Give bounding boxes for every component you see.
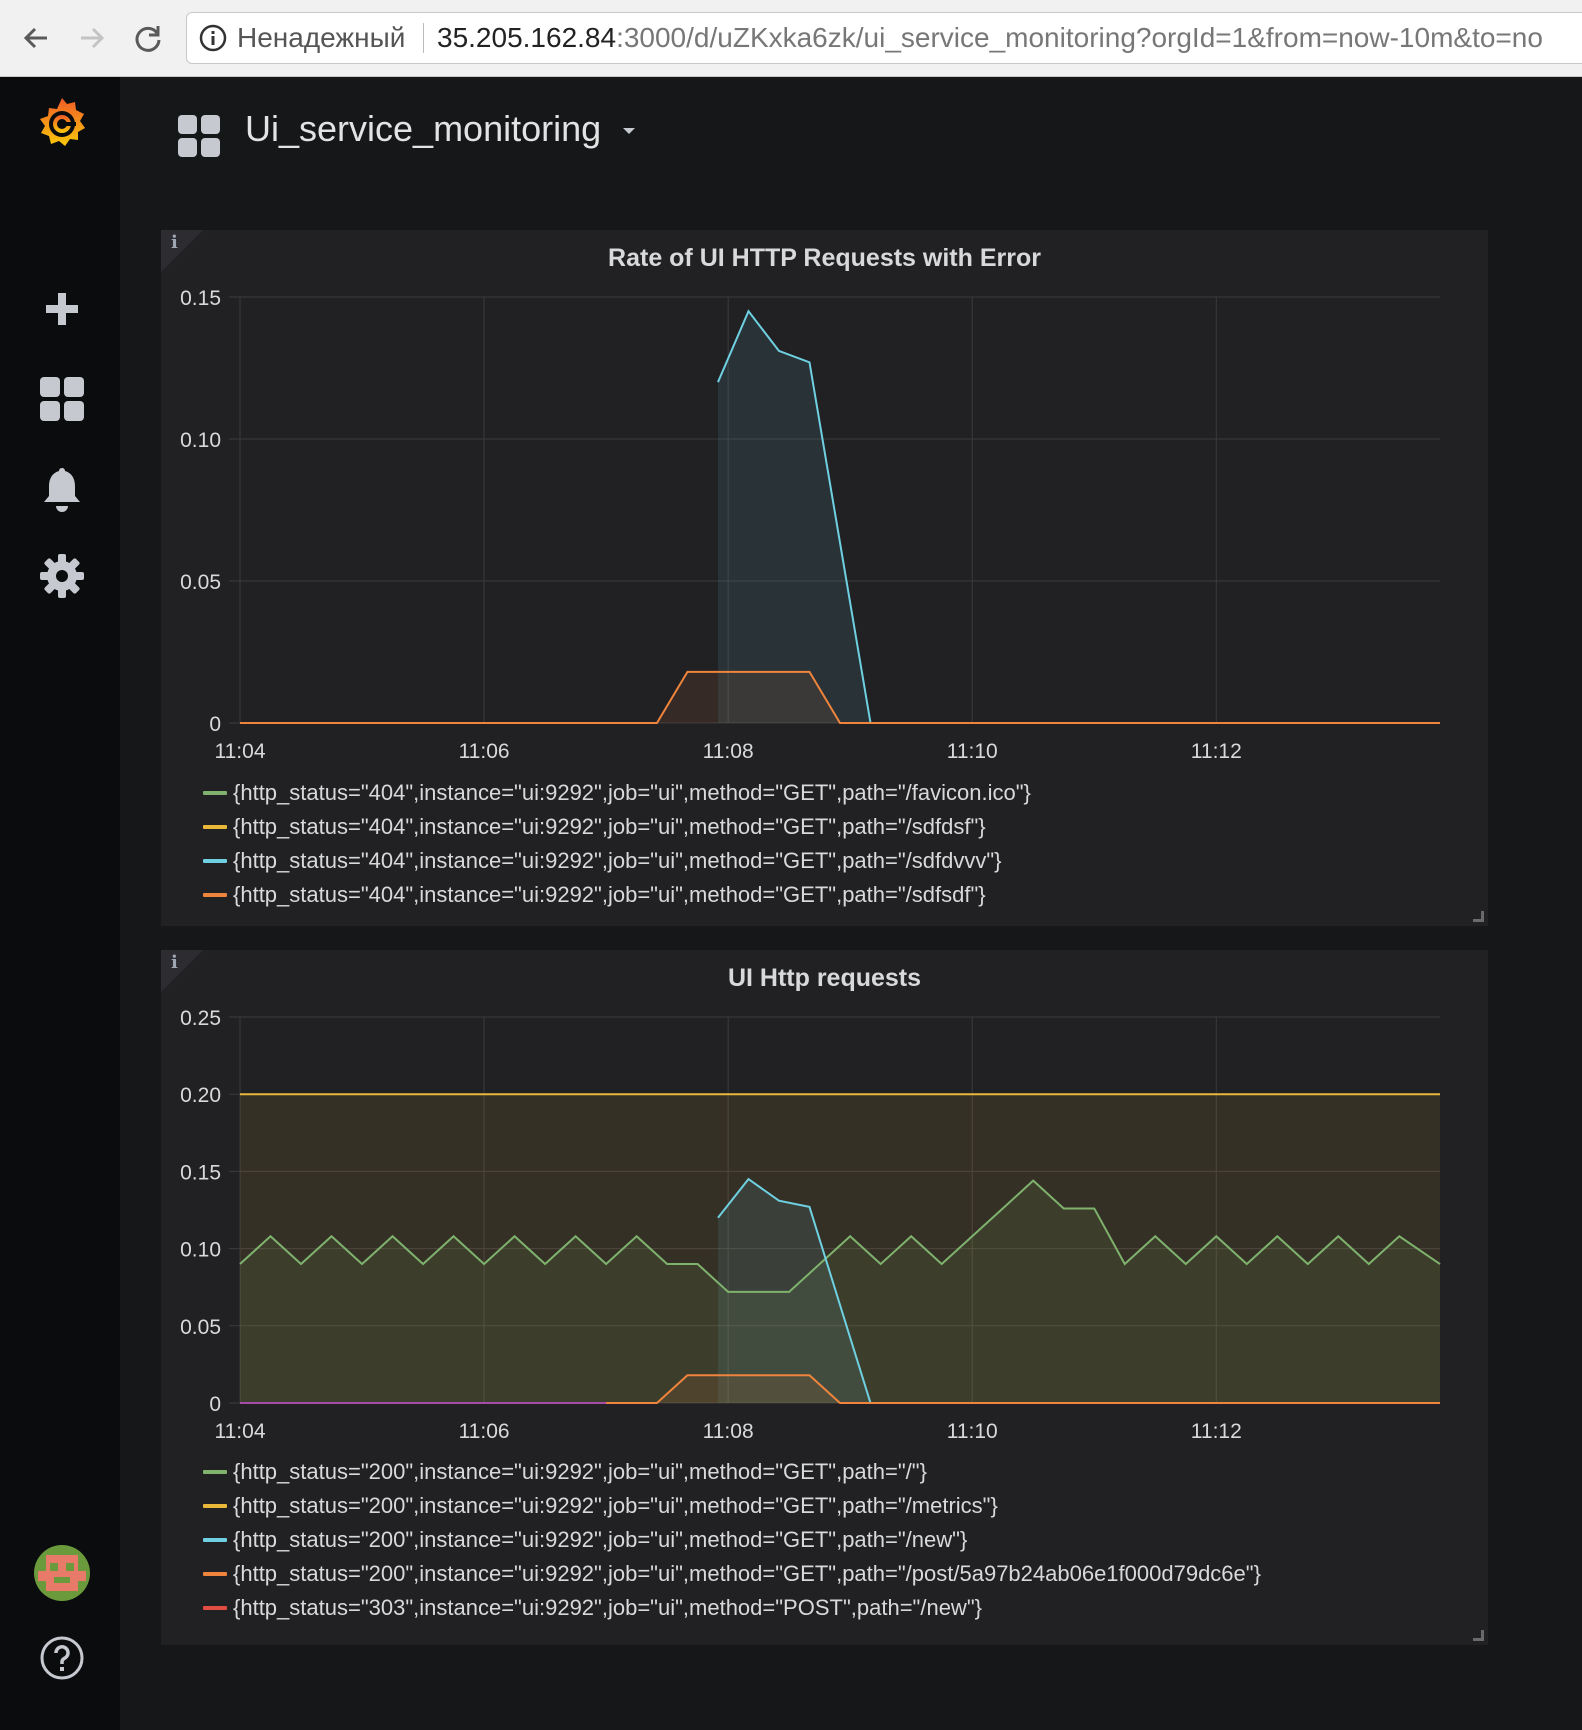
legend-swatch [203, 825, 227, 829]
arrow-right-icon [81, 27, 105, 49]
legend-item[interactable]: {http_status="303",instance="ui:9292",jo… [201, 1591, 1261, 1625]
legend-item[interactable]: {http_status="200",instance="ui:9292",jo… [201, 1523, 1261, 1557]
x-tick-label: 11:10 [947, 1420, 998, 1443]
y-tick-label: 0.20 [180, 1084, 221, 1107]
x-tick-label: 11:08 [703, 1420, 754, 1443]
legend-swatch [203, 1606, 227, 1610]
legend-label: {http_status="404",instance="ui:9292",jo… [233, 814, 986, 839]
legend-item[interactable]: {http_status="200",instance="ui:9292",jo… [201, 1489, 1261, 1523]
x-tick-label: 11:06 [459, 740, 510, 760]
insecure-label: Ненадежный [237, 22, 406, 53]
legend: {http_status="404",instance="ui:9292",jo… [201, 776, 1031, 912]
legend-label: {http_status="404",instance="ui:9292",jo… [233, 882, 986, 907]
x-tick-label: 11:08 [703, 740, 754, 760]
chart-rate-errors: 0 0.05 0.10 0.15 11:04 11:06 11:08 11:10 11:12 [180, 287, 1440, 760]
legend-label: {http_status="404",instance="ui:9292",jo… [233, 780, 1031, 805]
bell-icon [44, 468, 80, 512]
gear-icon [40, 554, 84, 598]
url-host: 35.205.162.84 [437, 22, 617, 53]
grafana-logo[interactable] [30, 93, 94, 157]
y-tick-label: 0.25 [180, 1007, 221, 1030]
y-tick-label: 0 [209, 713, 221, 736]
side-menu [0, 77, 120, 1730]
legend-item[interactable]: {http_status="404",instance="ui:9292",jo… [201, 810, 1031, 844]
reload-icon [135, 26, 161, 52]
legend-swatch [203, 1538, 227, 1542]
legend-swatch [203, 791, 227, 795]
x-tick-label: 11:12 [1191, 1420, 1242, 1443]
avatar [34, 1545, 90, 1601]
legend-item[interactable]: {http_status="404",instance="ui:9292",jo… [201, 878, 1031, 912]
dashboard-grid-icon [178, 115, 220, 157]
x-tick-label: 11:04 [215, 1420, 266, 1443]
series-area [717, 311, 871, 723]
address-bar[interactable]: Ненадежный 35.205.162.84:3000/d/uZKxka6z… [186, 12, 1582, 64]
legend-label: {http_status="404",instance="ui:9292",jo… [233, 848, 1002, 873]
chart-http-requests: 0 0.05 0.10 0.15 0.20 0.25 11:04 11:06 11:08 11:1… [180, 1007, 1441, 1443]
user-avatar[interactable] [30, 1541, 94, 1605]
legend-swatch [203, 1572, 227, 1576]
grafana-logo-icon [40, 98, 85, 146]
legend-item[interactable]: {http_status="404",instance="ui:9292",jo… [201, 844, 1031, 878]
back-button[interactable] [16, 18, 56, 58]
arrow-left-icon [23, 27, 47, 49]
reload-button[interactable] [128, 18, 168, 58]
caret-down-icon [623, 128, 636, 135]
info-icon[interactable] [199, 24, 227, 52]
y-tick-label: 0.15 [180, 1161, 221, 1184]
panel-http-requests: i UI Http requests 0 0.05 0.10 0.15 0.20 0.25… [161, 950, 1488, 1645]
dashboard-title-text: Ui_service_monitoring [245, 108, 602, 149]
help-button[interactable] [30, 1626, 94, 1690]
y-tick-label: 0.10 [180, 429, 221, 452]
panel-resize-handle[interactable] [1473, 911, 1484, 922]
legend-swatch [203, 1504, 227, 1508]
x-tick-label: 11:06 [459, 1420, 510, 1443]
dashboards-button[interactable] [30, 367, 94, 431]
y-tick-label: 0.10 [180, 1239, 221, 1262]
address-separator [423, 23, 424, 53]
legend-item[interactable]: {http_status="404",instance="ui:9292",jo… [201, 776, 1031, 810]
question-icon [40, 1636, 84, 1680]
legend-label: {http_status="200",instance="ui:9292",jo… [233, 1493, 998, 1518]
plus-icon [46, 293, 78, 325]
x-tick-label: 11:10 [947, 740, 998, 760]
create-button[interactable] [30, 277, 94, 341]
browser-toolbar: Ненадежный 35.205.162.84:3000/d/uZKxka6z… [0, 0, 1582, 77]
legend-item[interactable]: {http_status="200",instance="ui:9292",jo… [201, 1557, 1261, 1591]
legend-swatch [203, 893, 227, 897]
x-tick-label: 11:12 [1191, 740, 1242, 760]
panel-resize-handle[interactable] [1473, 1630, 1484, 1641]
legend-label: {http_status="200",instance="ui:9292",jo… [233, 1561, 1261, 1586]
legend-label: {http_status="303",instance="ui:9292",jo… [233, 1595, 982, 1620]
panel-rate-errors: i Rate of UI HTTP Requests with Error 00… [161, 230, 1488, 926]
configuration-button[interactable] [30, 544, 94, 608]
alerting-button[interactable] [30, 457, 94, 521]
legend-label: {http_status="200",instance="ui:9292",jo… [233, 1527, 968, 1552]
legend-label: {http_status="200",instance="ui:9292",jo… [233, 1459, 927, 1484]
legend-item[interactable]: {http_status="200",instance="ui:9292",jo… [201, 1455, 1261, 1489]
legend-swatch [203, 859, 227, 863]
y-tick-label: 0.05 [180, 1316, 221, 1339]
legend: {http_status="200",instance="ui:9292",jo… [201, 1455, 1261, 1625]
y-tick-label: 0.15 [180, 287, 221, 310]
x-tick-label: 11:04 [215, 740, 266, 760]
url-text: 35.205.162.84:3000/d/uZKxka6zk/ui_servic… [437, 13, 1543, 63]
forward-button[interactable] [72, 18, 112, 58]
y-tick-label: 0.05 [180, 571, 221, 594]
y-tick-label: 0 [209, 1393, 221, 1416]
url-path: :3000/d/uZKxka6zk/ui_service_monitoring?… [616, 22, 1543, 53]
legend-swatch [203, 1470, 227, 1474]
dashboard-title[interactable]: Ui_service_monitoring [245, 108, 637, 150]
dashboards-grid-icon [40, 377, 84, 421]
